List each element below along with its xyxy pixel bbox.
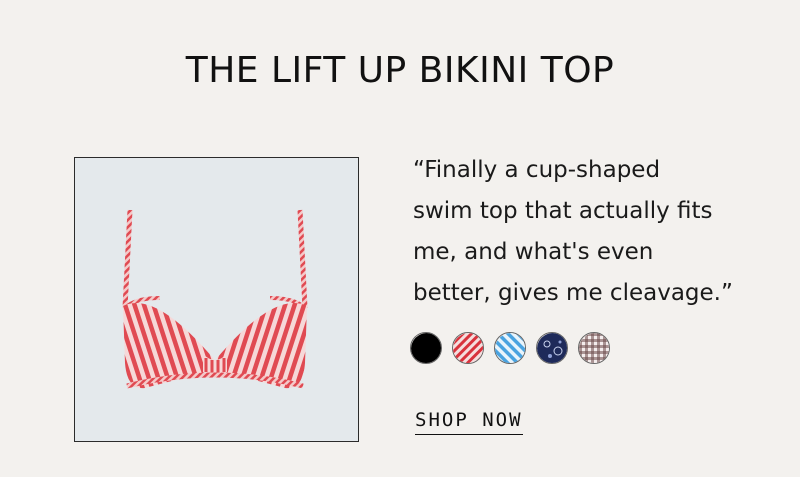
swatch-black[interactable] <box>410 332 442 364</box>
page-title: THE LIFT UP BIKINI TOP <box>185 50 615 91</box>
color-swatches <box>410 332 610 364</box>
swatch-blue-stripe[interactable] <box>494 332 526 364</box>
swatch-navy-paisley[interactable] <box>536 332 568 364</box>
quote-line: better, gives me cleavage.” <box>413 280 733 306</box>
quote-line: swim top that actually fits <box>413 198 713 224</box>
quote-line: me, and what's even <box>413 239 654 265</box>
swatch-gingham[interactable] <box>578 332 610 364</box>
swatch-red-stripe[interactable] <box>452 332 484 364</box>
testimonial-quote: “Finally a cup-shaped swim top that actu… <box>413 150 773 314</box>
striped-bikini-top-icon <box>122 209 308 389</box>
quote-line: “Finally a cup-shaped <box>413 157 661 183</box>
product-image[interactable] <box>74 157 359 442</box>
shop-now-link[interactable]: SHOP NOW <box>415 409 523 435</box>
